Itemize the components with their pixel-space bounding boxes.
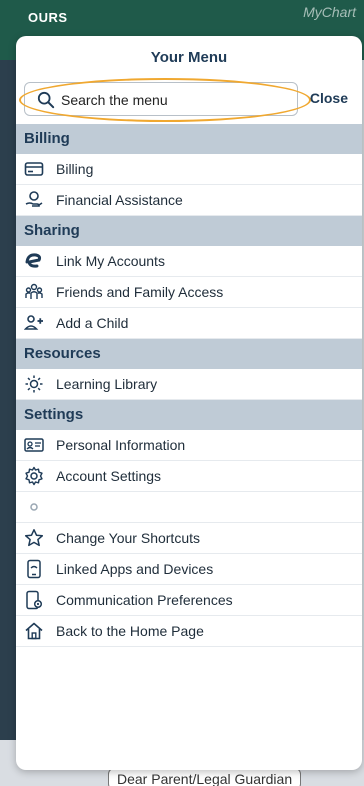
lightbulb-icon [24,374,44,394]
menu-item-label: Billing [56,161,94,177]
search-row: Close [16,78,362,124]
people-group-icon [24,282,44,302]
phone-link-icon [24,559,44,579]
app-header-org: OURS [28,10,68,25]
link-e-icon [24,251,44,271]
gear-icon [24,466,44,486]
menu-item-label: Learning Library [56,376,158,392]
star-icon [24,528,44,548]
id-card-icon [24,435,44,455]
menu-item-obscured[interactable] [16,492,362,523]
section-header-sharing: Sharing [16,216,362,246]
menu-item-label: Communication Preferences [56,592,233,608]
menu-item-label: Friends and Family Access [56,284,224,300]
menu-item-add-a-child[interactable]: Add a Child [16,308,362,339]
menu-item-label: Link My Accounts [56,253,165,269]
menu-item-label: Linked Apps and Devices [56,561,214,577]
menu-title: Your Menu [150,49,228,66]
menu-item-label: Add a Child [56,315,129,331]
section-header-billing: Billing [16,124,362,154]
gear-icon [24,497,44,517]
menu-item-billing[interactable]: Billing [16,154,362,185]
section-header-settings: Settings [16,400,362,430]
menu-item-communication-preferences[interactable]: Communication Preferences [16,585,362,616]
menu-item-label: Account Settings [56,468,162,484]
search-icon [37,91,55,109]
menu-item-label: Financial Assistance [56,192,183,208]
menu-item-label: Back to the Home Page [56,623,204,639]
menu-item-account-settings[interactable]: Account Settings [16,461,362,492]
credit-card-icon [24,159,44,179]
menu-item-label: Personal Information [56,437,186,453]
menu-item-back-to-home[interactable]: Back to the Home Page [16,616,362,647]
menu-item-change-shortcuts[interactable]: Change Your Shortcuts [16,523,362,554]
section-header-resources: Resources [16,339,362,369]
hand-coin-icon [24,190,44,210]
menu-item-linked-apps-devices[interactable]: Linked Apps and Devices [16,554,362,585]
menu-panel: Your Menu Close Billing Billing Financia… [16,36,362,770]
home-icon [24,621,44,641]
phone-settings-icon [24,590,44,610]
menu-item-link-my-accounts[interactable]: Link My Accounts [16,246,362,277]
app-brand-logo: MyChart [303,4,356,20]
close-button[interactable]: Close [310,90,348,106]
add-person-icon [24,313,44,333]
menu-item-learning-library[interactable]: Learning Library [16,369,362,400]
menu-item-personal-information[interactable]: Personal Information [16,430,362,461]
search-box[interactable] [19,78,311,122]
menu-item-financial-assistance[interactable]: Financial Assistance [16,185,362,216]
menu-item-friends-family-access[interactable]: Friends and Family Access [16,277,362,308]
notice-button[interactable]: Dear Parent/Legal Guardian [108,768,302,786]
background-left-strip [0,60,16,786]
search-input[interactable] [61,89,291,111]
menu-item-label: Change Your Shortcuts [56,530,200,546]
